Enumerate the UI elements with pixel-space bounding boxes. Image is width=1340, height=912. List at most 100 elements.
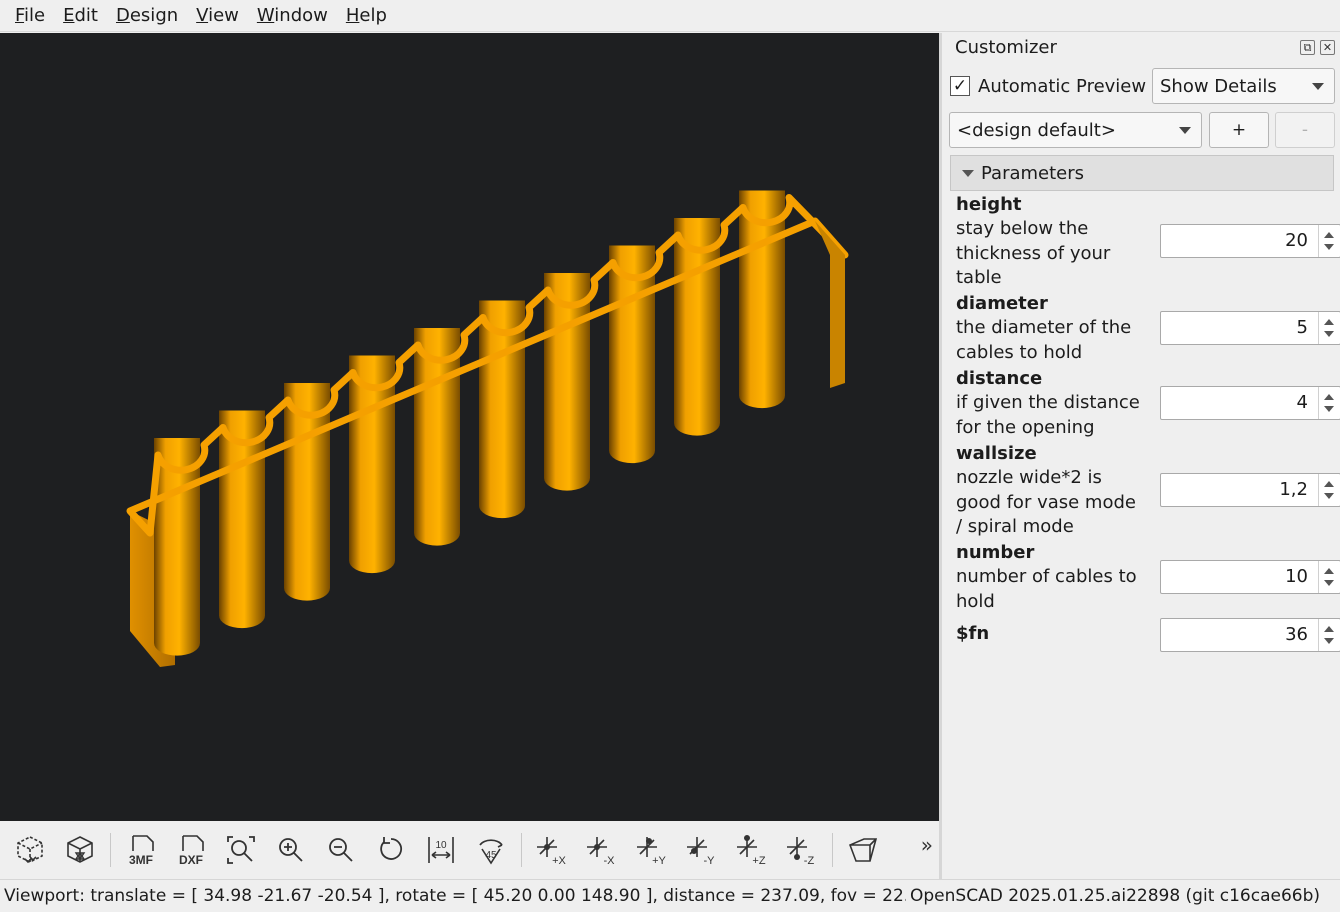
- chevron-down-icon: [1312, 83, 1324, 90]
- spinbox-value: 5: [1296, 317, 1308, 338]
- perspective-icon: [848, 838, 878, 862]
- svg-text:10: 10: [435, 840, 447, 851]
- spin-up-icon: [1324, 394, 1334, 400]
- parameter-diameter: diameter the diameter of the cables to h…: [956, 292, 1340, 365]
- spinbox-arrows[interactable]: [1318, 619, 1340, 651]
- menu-design-mnemonic: D: [115, 4, 130, 26]
- menu-file-mnemonic: F: [15, 4, 25, 26]
- svg-text:3MF: 3MF: [129, 853, 153, 867]
- zoom-in-button[interactable]: [271, 830, 311, 870]
- preview-button[interactable]: [10, 830, 50, 870]
- spin-down-icon: [1324, 638, 1334, 644]
- render-button[interactable]: [60, 830, 100, 870]
- spinbox-arrows[interactable]: [1318, 561, 1340, 593]
- menu-file-label: ile: [24, 4, 46, 26]
- version-status: OpenSCAD 2025.01.25.ai22898 (git c16cae6…: [910, 886, 1321, 906]
- spinbox-value: 36: [1285, 624, 1308, 645]
- menu-window-mnemonic: W: [256, 4, 275, 26]
- toolbar-separator: [521, 833, 522, 867]
- remove-preset-button[interactable]: -: [1275, 112, 1335, 148]
- menu-help[interactable]: Help: [337, 0, 396, 32]
- wallsize-spinbox[interactable]: 1,2: [1160, 473, 1340, 507]
- menu-design[interactable]: Design: [107, 0, 187, 32]
- svg-text:+Y: +Y: [652, 855, 666, 867]
- 3d-viewport[interactable]: [0, 33, 939, 821]
- parameters-section-label: Parameters: [981, 162, 1085, 184]
- perspective-button[interactable]: [843, 830, 883, 870]
- render-icon: [67, 836, 93, 863]
- view-top-icon: +Z: [737, 835, 766, 867]
- parameter-description: number of cables to hold: [956, 566, 1137, 612]
- reset-view-button[interactable]: [371, 830, 411, 870]
- menu-help-label: elp: [359, 4, 387, 26]
- preset-select[interactable]: <design default>: [949, 112, 1202, 148]
- spin-up-icon: [1324, 319, 1334, 325]
- close-icon[interactable]: ✕: [1320, 40, 1335, 55]
- reset-view-icon: [380, 837, 403, 860]
- undock-icon[interactable]: ⧉: [1300, 40, 1315, 55]
- distance-spinbox[interactable]: 4: [1160, 386, 1340, 420]
- menu-edit-label: dit: [74, 4, 98, 26]
- preview-icon: [17, 836, 43, 864]
- add-preset-button[interactable]: +: [1209, 112, 1269, 148]
- view-back-icon: +Y: [637, 837, 667, 867]
- spinbox-value: 20: [1285, 230, 1308, 251]
- chevron-down-icon: [1179, 127, 1191, 134]
- parameters-section-header[interactable]: Parameters: [950, 155, 1334, 191]
- view-all-icon: [227, 836, 255, 864]
- preset-value: <design default>: [957, 119, 1116, 141]
- spin-down-icon: [1324, 580, 1334, 586]
- menu-window[interactable]: Window: [248, 0, 337, 32]
- spinbox-arrows[interactable]: [1318, 312, 1340, 344]
- view-top-button[interactable]: +Z: [732, 830, 772, 870]
- view-all-button[interactable]: [221, 830, 261, 870]
- menu-view-label: iew: [208, 4, 239, 26]
- automatic-preview-checkbox[interactable]: ✓: [950, 76, 970, 96]
- view-back-button[interactable]: +Y: [632, 830, 672, 870]
- diameter-spinbox[interactable]: 5: [1160, 311, 1340, 345]
- number-spinbox[interactable]: 10: [1160, 560, 1340, 594]
- menu-view-mnemonic: V: [196, 4, 209, 26]
- spin-up-icon: [1324, 626, 1334, 632]
- menu-bar: File Edit Design View Window Help: [0, 0, 1340, 32]
- menu-file[interactable]: File: [6, 0, 54, 32]
- svg-text:+X: +X: [552, 855, 566, 867]
- toolbar-overflow-button[interactable]: »: [921, 833, 933, 857]
- details-mode-select[interactable]: Show Details: [1152, 68, 1335, 104]
- zoom-out-button[interactable]: [321, 830, 361, 870]
- fn-spinbox[interactable]: 36: [1160, 618, 1340, 652]
- spin-down-icon: [1324, 244, 1334, 250]
- parameter-name: wallsize: [956, 443, 1037, 464]
- export-3mf-button[interactable]: 3MF: [121, 830, 161, 870]
- height-spinbox[interactable]: 20: [1160, 224, 1340, 258]
- menu-edit-mnemonic: E: [63, 4, 75, 26]
- toolbar-separator: [832, 833, 833, 867]
- collapse-triangle-icon: [962, 170, 974, 177]
- show-scale-button[interactable]: 10: [421, 830, 461, 870]
- menu-edit[interactable]: Edit: [54, 0, 107, 32]
- view-right-button[interactable]: +X: [532, 830, 572, 870]
- export-3mf-icon: 3MF: [129, 835, 154, 867]
- customizer-title: Customizer: [955, 37, 1057, 58]
- menu-window-label: indow: [274, 4, 328, 26]
- svg-text:-Z: -Z: [804, 855, 815, 867]
- parameter-description: the diameter of the cables to hold: [956, 317, 1132, 363]
- spinbox-arrows[interactable]: [1318, 474, 1340, 506]
- show-axes-button[interactable]: 45: [471, 830, 511, 870]
- cable-holder-model: [126, 190, 849, 667]
- parameter-fn: $fn 36: [956, 618, 1340, 652]
- view-bottom-button[interactable]: -Z: [782, 830, 822, 870]
- automatic-preview-row: ✓ Automatic Preview: [950, 69, 1146, 103]
- zoom-out-icon: [329, 838, 353, 862]
- svg-text:-X: -X: [604, 855, 616, 867]
- spin-up-icon: [1324, 568, 1334, 574]
- spinbox-arrows[interactable]: [1318, 387, 1340, 419]
- spinbox-arrows[interactable]: [1318, 225, 1340, 257]
- view-front-icon: -Y: [687, 837, 715, 867]
- view-left-button[interactable]: -X: [582, 830, 622, 870]
- menu-view[interactable]: View: [187, 0, 248, 32]
- export-dxf-button[interactable]: DXF: [171, 830, 211, 870]
- view-front-button[interactable]: -Y: [682, 830, 722, 870]
- parameter-distance: distance if given the distance for the o…: [956, 367, 1340, 440]
- spin-down-icon: [1324, 406, 1334, 412]
